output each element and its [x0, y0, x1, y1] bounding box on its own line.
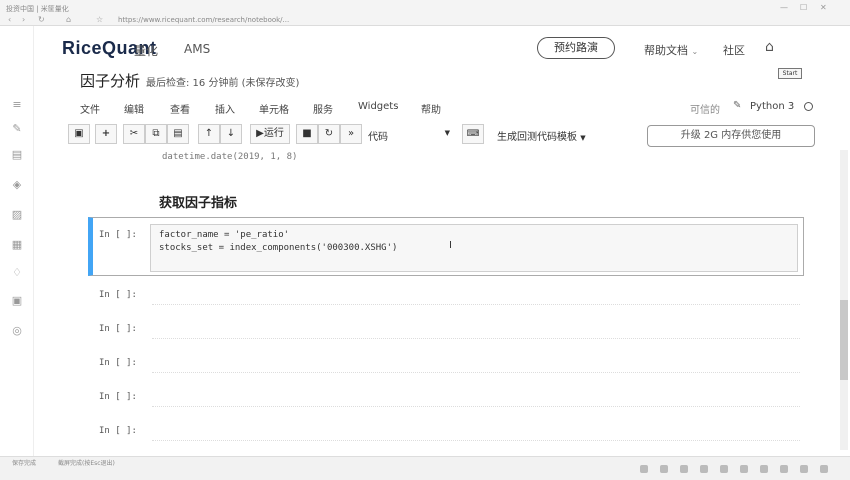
move-down-icon[interactable]: ↓ [220, 124, 242, 144]
cell-prompt: In [ ]: [99, 230, 137, 240]
star-icon[interactable]: ☆ [96, 15, 103, 24]
chevron-down-icon: ⌄ [691, 47, 699, 56]
upgrade-memory-button[interactable]: 升级 2G 内存供您使用 [647, 125, 815, 147]
empty-code-cell[interactable] [152, 288, 800, 305]
tray-icon[interactable] [680, 465, 688, 473]
refresh-icon[interactable]: ↻ [38, 15, 45, 24]
tray-icon[interactable] [660, 465, 668, 473]
cut-icon[interactable]: ✂ [123, 124, 145, 144]
tray-icon[interactable] [740, 465, 748, 473]
kernel-status-icon [804, 102, 813, 111]
run-label: 运行 [263, 128, 284, 139]
kernel-name[interactable]: Python 3 [750, 101, 794, 112]
copy-icon[interactable]: ⧉ [145, 124, 167, 144]
empty-code-cell[interactable] [152, 356, 800, 373]
tray-icon[interactable] [780, 465, 788, 473]
dock-cube-icon[interactable]: ◈ [10, 178, 24, 192]
status-save: 保存完成 [12, 460, 37, 467]
forward-icon[interactable]: › [22, 15, 25, 24]
browser-bar: 投资中国 | 米筐量化 ‹ › ↻ ⌂ ☆ https://www.ricequ… [0, 0, 850, 26]
status-screenshot: 截屏完成(按Esc退出) [58, 460, 115, 467]
menu-kernel[interactable]: 服务 [313, 101, 333, 116]
dock-bulb-icon[interactable]: ♢ [10, 266, 24, 280]
dock-doc-icon[interactable]: ▤ [10, 148, 24, 162]
notebook-title[interactable]: 因子分析 [80, 70, 140, 91]
empty-code-cell[interactable] [152, 424, 800, 441]
menu-widgets[interactable]: Widgets [358, 101, 398, 112]
help-docs-menu[interactable]: 帮助文档 ⌄ [644, 42, 698, 58]
checkpoint-status: 最后检查: 16 分钟前 (未保存改变) [146, 78, 300, 89]
empty-code-cell[interactable] [152, 390, 800, 407]
cell-prompt: In [ ]: [99, 392, 137, 402]
previous-cell-output: datetime.date(2019, 1, 8) [162, 152, 298, 162]
caret-down-icon: ▼ [444, 129, 450, 137]
generate-code-template[interactable]: 生成回测代码模板 ▼ [497, 128, 586, 143]
dock-blocks-icon[interactable]: ▣ [10, 294, 24, 308]
start-button[interactable]: Start [778, 68, 802, 79]
tray-icon[interactable] [800, 465, 808, 473]
cell-prompt: In [ ]: [99, 426, 137, 436]
help-docs-label: 帮助文档 [644, 44, 688, 57]
browser-tab-title[interactable]: 投资中国 | 米筐量化 [6, 4, 69, 14]
dock-edit-icon[interactable]: ✎ [10, 122, 24, 136]
cell-type-value: 代码 [368, 132, 388, 143]
text-cursor-icon: I [449, 240, 452, 251]
save-icon[interactable]: ▣ [68, 124, 90, 144]
restart-icon[interactable]: ↻ [318, 124, 340, 144]
nav-quant[interactable]: 量化 [134, 42, 158, 59]
menu-cell[interactable]: 单元格 [259, 101, 289, 116]
keyboard-icon[interactable]: ⌨ [462, 124, 484, 144]
user-icon[interactable]: ⌂ [765, 39, 774, 55]
menu-view[interactable]: 查看 [170, 101, 190, 116]
code-editor[interactable]: factor_name = 'pe_ratio' stocks_set = in… [150, 224, 798, 272]
move-up-icon[interactable]: ↑ [198, 124, 220, 144]
run-button[interactable]: ▶运行 [250, 124, 290, 144]
tray-icon[interactable] [640, 465, 648, 473]
cell-type-select[interactable]: 代码 ▼ [368, 128, 450, 143]
add-cell-icon[interactable]: + [95, 124, 117, 144]
markdown-heading[interactable]: 获取因子指标 [159, 192, 237, 211]
code-line: stocks_set = index_components('000300.XS… [159, 243, 398, 253]
menu-edit[interactable]: 编辑 [124, 101, 144, 116]
gen-code-label: 生成回测代码模板 [497, 132, 577, 143]
menu-help[interactable]: 帮助 [421, 101, 441, 116]
menu-file[interactable]: 文件 [80, 101, 100, 116]
dock-grid-icon[interactable]: ▦ [10, 238, 24, 252]
menu-insert[interactable]: 插入 [215, 101, 235, 116]
close-icon[interactable]: ✕ [820, 3, 827, 12]
maximize-icon[interactable]: ☐ [800, 3, 807, 12]
tray-icon[interactable] [720, 465, 728, 473]
paste-icon[interactable]: ▤ [167, 124, 189, 144]
code-line: factor_name = 'pe_ratio' [159, 230, 290, 240]
pencil-icon[interactable]: ✎ [733, 100, 741, 111]
cell-prompt: In [ ]: [99, 358, 137, 368]
trusted-indicator[interactable]: 可信的 [690, 101, 720, 116]
community-link[interactable]: 社区 [723, 42, 745, 58]
dock-list-icon[interactable]: ≡ [10, 98, 24, 112]
restart-run-all-icon[interactable]: » [340, 124, 362, 144]
tray-icon[interactable] [760, 465, 768, 473]
cell-prompt: In [ ]: [99, 290, 137, 300]
empty-code-cell[interactable] [152, 322, 800, 339]
left-dock: ≡ ✎ ▤ ◈ ▨ ▦ ♢ ▣ ◎ [0, 26, 34, 456]
nav-ams[interactable]: AMS [184, 42, 210, 56]
caret-down-icon: ▼ [580, 134, 586, 142]
dock-settings-icon[interactable]: ◎ [10, 324, 24, 338]
cell-prompt: In [ ]: [99, 324, 137, 334]
tray-icon[interactable] [820, 465, 828, 473]
dock-chart-icon[interactable]: ▨ [10, 208, 24, 222]
address-bar[interactable]: https://www.ricequant.com/research/noteb… [118, 16, 289, 24]
tray-icon[interactable] [700, 465, 708, 473]
stop-icon[interactable]: ■ [296, 124, 318, 144]
scrollbar-thumb[interactable] [840, 300, 848, 380]
home-nav-icon[interactable]: ⌂ [66, 15, 71, 24]
back-icon[interactable]: ‹ [8, 15, 11, 24]
roadshow-button[interactable]: 预约路演 [537, 37, 615, 59]
minimize-icon[interactable]: — [780, 3, 788, 12]
